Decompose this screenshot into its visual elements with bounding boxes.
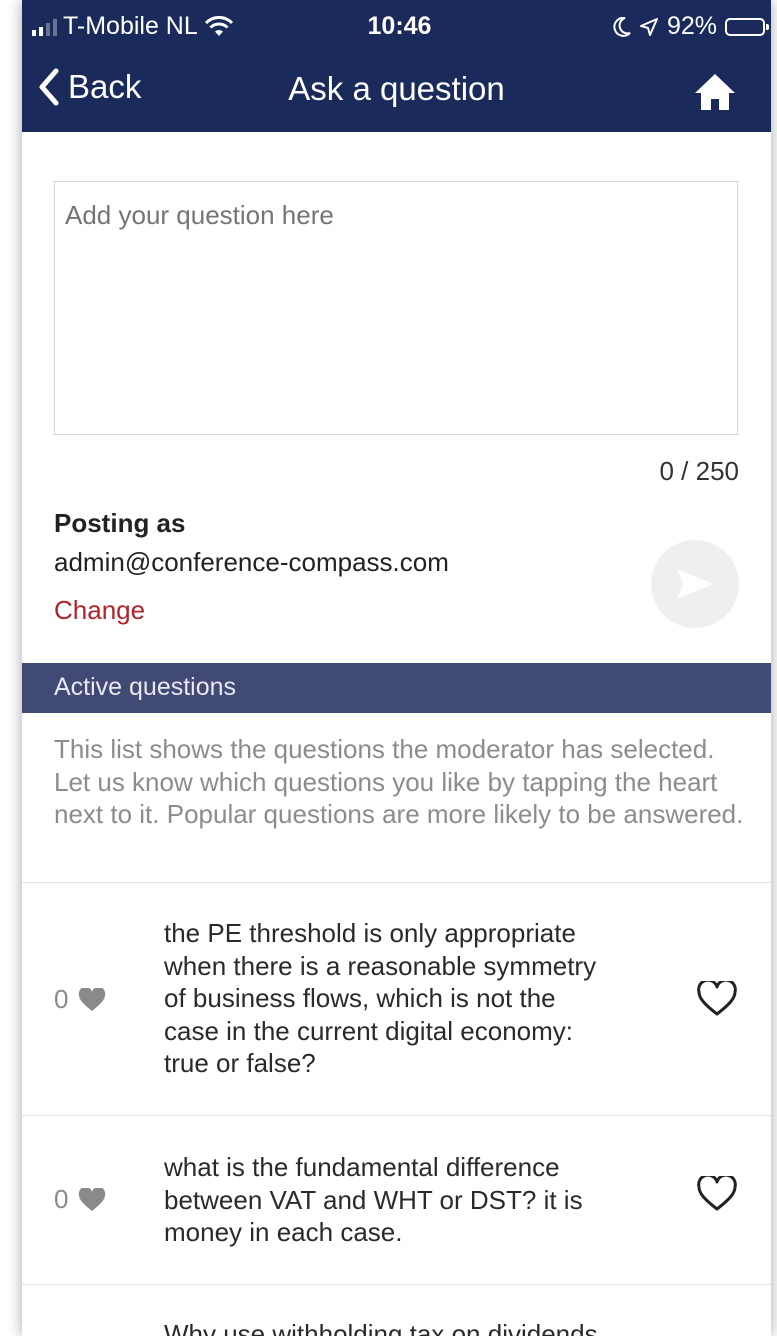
top-bar: T-Mobile NL 10:46 92% Back Ask a questio… (22, 0, 771, 132)
like-heart-button[interactable] (697, 1176, 737, 1212)
page-title: Ask a question (288, 70, 505, 107)
location-arrow-icon (639, 17, 658, 36)
send-icon (677, 569, 713, 599)
character-counter: 0 / 250 (659, 456, 739, 486)
heart-filled-icon (79, 987, 106, 1011)
question-text: Why use withholding tax on dividends (164, 1318, 664, 1336)
question-line: of business flows, which is not the (164, 983, 556, 1013)
status-right: 92% (613, 12, 769, 41)
question-text: what is the fundamental difference betwe… (164, 1151, 664, 1249)
send-button[interactable] (651, 540, 739, 628)
like-count: 0 (54, 984, 106, 1015)
like-heart-button[interactable] (697, 981, 737, 1017)
question-line: case in the current digital economy: (164, 1015, 573, 1046)
active-questions-header: Active questions (22, 663, 771, 713)
phone-screen: T-Mobile NL 10:46 92% Back Ask a questio… (22, 0, 771, 1336)
home-button[interactable] (693, 72, 737, 112)
question-item: Why use withholding tax on dividends (22, 1285, 771, 1336)
battery-icon (725, 17, 769, 36)
question-line: between VAT and WHT or DST? it is (164, 1184, 583, 1215)
change-identity-link[interactable]: Change (54, 595, 145, 626)
question-line: money in each case. (164, 1217, 403, 1247)
heart-filled-icon (79, 1187, 106, 1211)
battery-percent: 92% (666, 12, 717, 40)
posting-as-label: Posting as (54, 508, 186, 538)
question-text: the PE threshold is only appropriate whe… (164, 917, 664, 1080)
question-input[interactable] (54, 181, 738, 435)
poster-email: admin@conference-compass.com (54, 547, 449, 577)
status-bar: T-Mobile NL 10:46 92% (22, 0, 771, 50)
question-line: what is the fundamental difference (164, 1152, 560, 1182)
question-item: 0 what is the fundamental difference bet… (22, 1116, 771, 1284)
active-questions-intro: This list shows the questions the modera… (54, 734, 744, 829)
question-line: when there is a reasonable symmetry (164, 950, 597, 981)
navigation-bar: Back Ask a question (22, 50, 771, 132)
question-item: 0 the PE threshold is only appropriate w… (22, 883, 771, 1115)
moon-icon (613, 16, 631, 37)
like-count: 0 (54, 1184, 106, 1215)
question-line: Why use withholding tax on dividends (164, 1319, 598, 1336)
like-count-value: 0 (54, 1184, 69, 1214)
like-count-value: 0 (54, 984, 69, 1014)
question-line: true or false? (164, 1048, 316, 1078)
question-line: the PE threshold is only appropriate (164, 918, 576, 948)
